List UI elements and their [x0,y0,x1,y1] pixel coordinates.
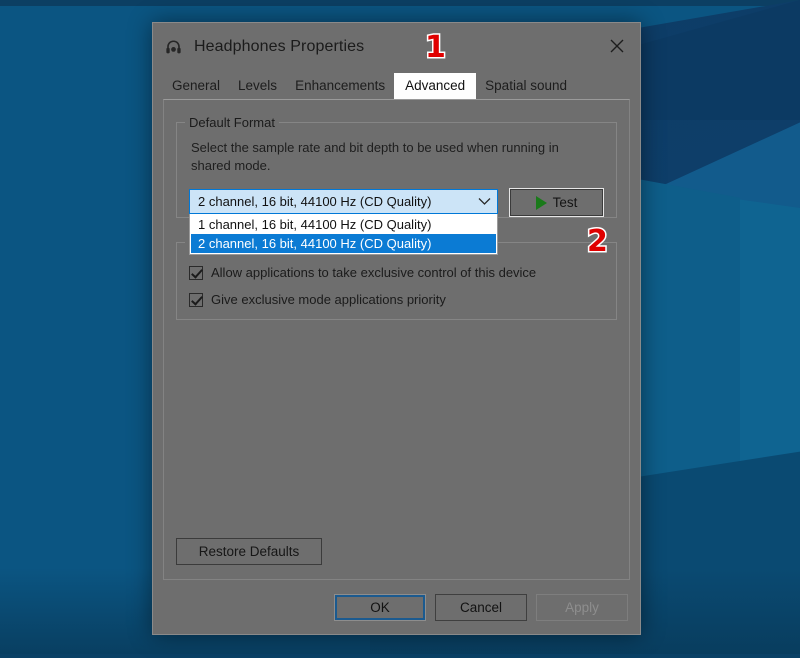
format-combo-box[interactable]: 2 channel, 16 bit, 44100 Hz (CD Quality) [189,189,498,214]
test-button-label: Test [553,195,578,210]
checkbox-label-exclusive-control: Allow applications to take exclusive con… [211,265,536,280]
test-button[interactable]: Test [510,189,603,216]
checkbox-label-exclusive-priority: Give exclusive mode applications priorit… [211,292,446,307]
checkbox-row-exclusive-control[interactable]: Allow applications to take exclusive con… [189,265,604,280]
wallpaper-facet [0,654,800,658]
window-title: Headphones Properties [194,38,364,56]
dialog-footer: OK Cancel Apply [153,580,640,634]
tab-enhancements[interactable]: Enhancements [286,74,394,99]
tab-spatial-sound[interactable]: Spatial sound [476,74,576,99]
format-dropdown-list[interactable]: 1 channel, 16 bit, 44100 Hz (CD Quality)… [189,214,498,255]
tab-general[interactable]: General [163,74,229,99]
desktop-background: Headphones Properties General Levels Enh… [0,0,800,658]
tab-content-advanced: Default Format Select the sample rate an… [163,99,630,580]
headphones-properties-dialog: Headphones Properties General Levels Enh… [152,22,641,635]
checkbox-row-exclusive-priority[interactable]: Give exclusive mode applications priorit… [189,292,604,307]
play-icon [536,196,547,210]
tab-advanced[interactable]: Advanced [394,73,476,100]
checkbox-exclusive-control[interactable] [189,266,203,280]
dropdown-option-1-channel[interactable]: 1 channel, 16 bit, 44100 Hz (CD Quality) [191,215,496,234]
apply-button: Apply [536,594,628,621]
format-combo-value: 2 channel, 16 bit, 44100 Hz (CD Quality) [198,194,431,209]
close-icon[interactable] [594,23,640,69]
default-format-group-title: Default Format [185,115,279,130]
checkbox-exclusive-priority[interactable] [189,293,203,307]
default-format-description: Select the sample rate and bit depth to … [189,139,581,175]
restore-defaults-button[interactable]: Restore Defaults [176,538,322,565]
dialog-titlebar: Headphones Properties [153,23,640,71]
tab-bar: General Levels Enhancements Advanced Spa… [153,71,640,99]
dropdown-option-2-channel[interactable]: 2 channel, 16 bit, 44100 Hz (CD Quality) [191,234,496,253]
default-format-group: Default Format Select the sample rate an… [176,122,617,218]
chevron-down-icon [478,194,491,209]
headphones-icon [163,37,183,57]
format-combo-wrapper: 2 channel, 16 bit, 44100 Hz (CD Quality)… [189,189,498,214]
format-selection-row: 2 channel, 16 bit, 44100 Hz (CD Quality)… [189,189,604,216]
ok-button[interactable]: OK [334,594,426,621]
tab-levels[interactable]: Levels [229,74,286,99]
cancel-button[interactable]: Cancel [435,594,527,621]
wallpaper-facet [0,0,800,6]
